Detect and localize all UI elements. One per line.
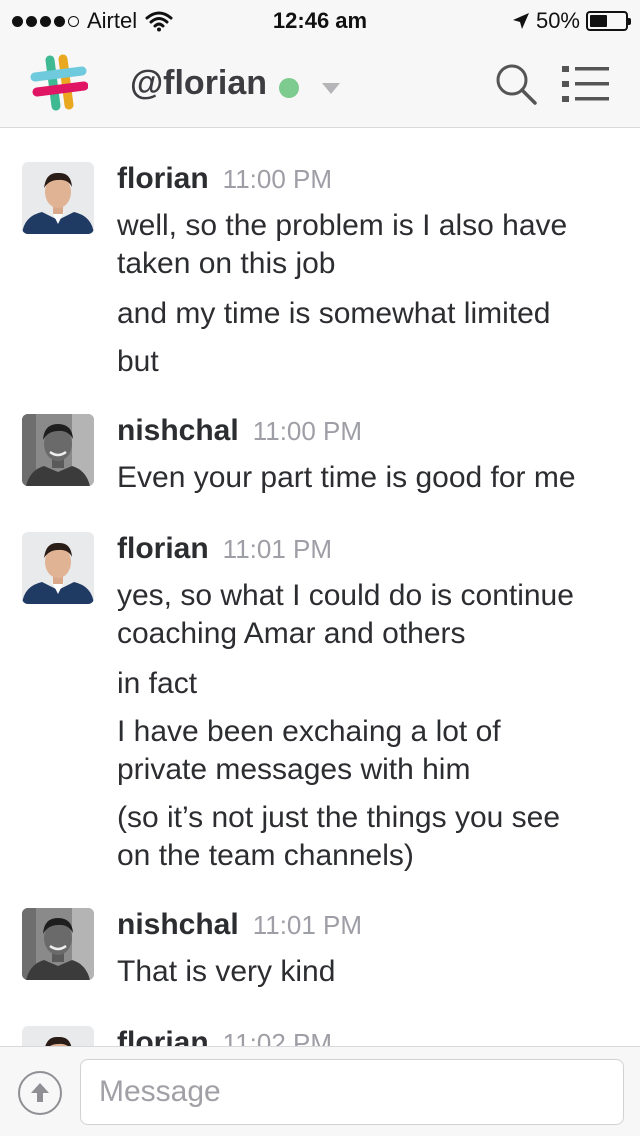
avatar[interactable] [22, 1026, 94, 1046]
message-time: 11:01 PM [252, 910, 363, 940]
sender-name[interactable]: nishchal [117, 414, 239, 447]
sender-name[interactable]: florian [117, 1026, 209, 1046]
message-time: 11:01 PM [222, 534, 333, 564]
message-header: florian 11:01 PM [117, 532, 332, 566]
channel-title[interactable]: @florian [130, 64, 267, 103]
status-right: 50% [512, 8, 631, 34]
avatar[interactable] [22, 532, 94, 604]
message-header: florian 11:02 PM [117, 1026, 332, 1046]
message-input[interactable] [80, 1059, 624, 1125]
message-composer [0, 1046, 640, 1136]
message-text: but [117, 345, 159, 378]
message-list[interactable]: florian 11:00 PM well, so the problem is … [0, 128, 640, 1046]
slack-logo[interactable] [30, 54, 88, 112]
chevron-down-icon[interactable] [322, 83, 340, 94]
message-time: 11:02 PM [222, 1028, 333, 1046]
channel-header: @florian [0, 40, 640, 128]
message-text: private messages with him [117, 753, 471, 786]
message-header: florian 11:00 PM [117, 162, 332, 196]
sender-name[interactable]: florian [117, 162, 209, 195]
message-text: coaching Amar and others [117, 617, 466, 650]
sender-name[interactable]: nishchal [117, 908, 239, 941]
location-arrow-icon [512, 13, 529, 29]
avatar[interactable] [22, 162, 94, 234]
sender-name[interactable]: florian [117, 532, 209, 565]
message-text: and my time is somewhat limited [117, 297, 551, 330]
message-header: nishchal 11:01 PM [117, 908, 362, 942]
avatar[interactable] [22, 908, 94, 980]
search-icon[interactable] [494, 62, 538, 106]
message-text: Even your part time is good for me [117, 461, 576, 494]
message-text: on the team channels) [117, 839, 414, 872]
upload-button[interactable] [18, 1071, 62, 1115]
upload-icon [31, 1083, 49, 1102]
menu-list-icon[interactable] [560, 64, 610, 104]
battery-level [590, 15, 607, 27]
battery-icon [586, 11, 631, 31]
message-text: I have been exchaing a lot of [117, 715, 501, 748]
message-text: yes, so what I could do is continue [117, 579, 574, 612]
presence-dot [279, 78, 299, 98]
message-text: taken on this job [117, 247, 336, 280]
message-text: That is very kind [117, 955, 336, 988]
battery-percent: 50% [535, 8, 580, 33]
avatar[interactable] [22, 414, 94, 486]
message-header: nishchal 11:00 PM [117, 414, 362, 448]
message-time: 11:00 PM [222, 164, 333, 194]
message-text: (so it’s not just the things you see [117, 801, 561, 834]
message-time: 11:00 PM [252, 416, 363, 446]
message-text: in fact [117, 667, 198, 700]
status-bar: Airtel 12:46 am 50% [0, 0, 640, 40]
message-text: well, so the problem is I also have [117, 209, 568, 242]
